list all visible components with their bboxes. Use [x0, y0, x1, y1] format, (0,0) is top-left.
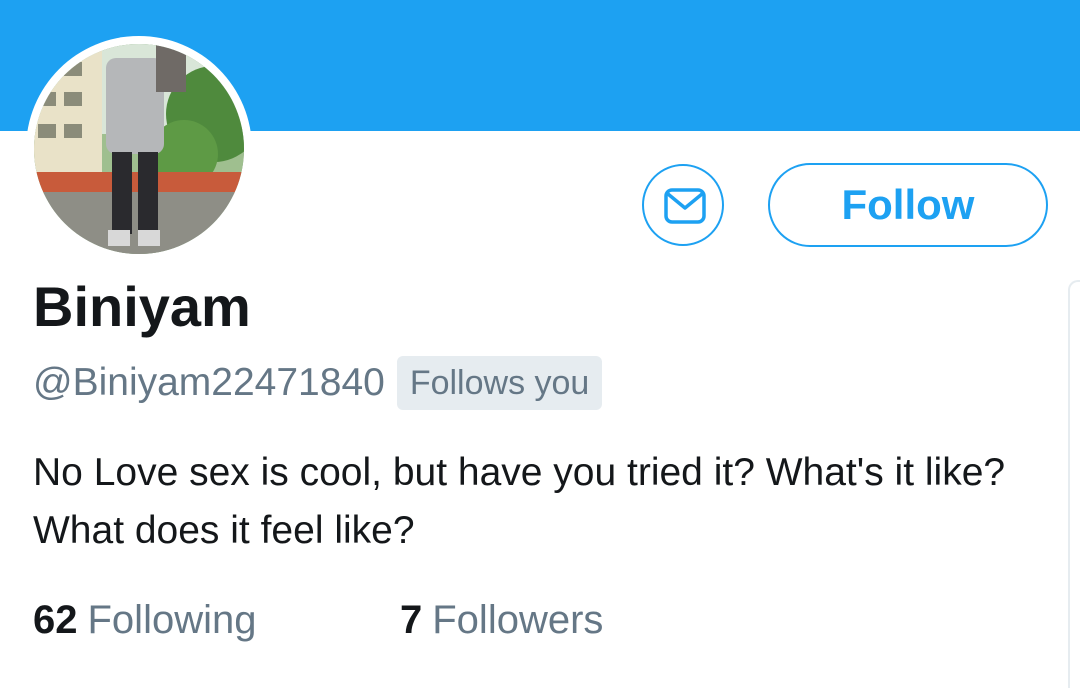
following-count: 62 [33, 598, 78, 642]
followers-stat[interactable]: 7 Followers [400, 592, 603, 648]
avatar-photo [34, 44, 244, 254]
following-label: Following [87, 598, 257, 642]
envelope-icon [664, 188, 706, 224]
handle-row: @Biniyam22471840 Follows you [33, 356, 603, 410]
message-button[interactable] [642, 164, 724, 246]
profile-bio: No Love sex is cool, but have you tried … [33, 451, 1006, 552]
followers-count: 7 [400, 598, 423, 642]
avatar[interactable] [26, 36, 252, 262]
display-name: Biniyam [33, 275, 251, 338]
follow-button[interactable]: Follow [768, 163, 1048, 247]
scroll-edge[interactable] [1068, 280, 1080, 688]
followers-label: Followers [432, 598, 604, 642]
following-stat[interactable]: 62 Following [33, 592, 256, 648]
profile-page: Follow Biniyam @Biniyam22471840 Follows … [0, 0, 1080, 688]
user-handle: @Biniyam22471840 [33, 361, 385, 404]
follows-you-badge: Follows you [396, 356, 603, 410]
